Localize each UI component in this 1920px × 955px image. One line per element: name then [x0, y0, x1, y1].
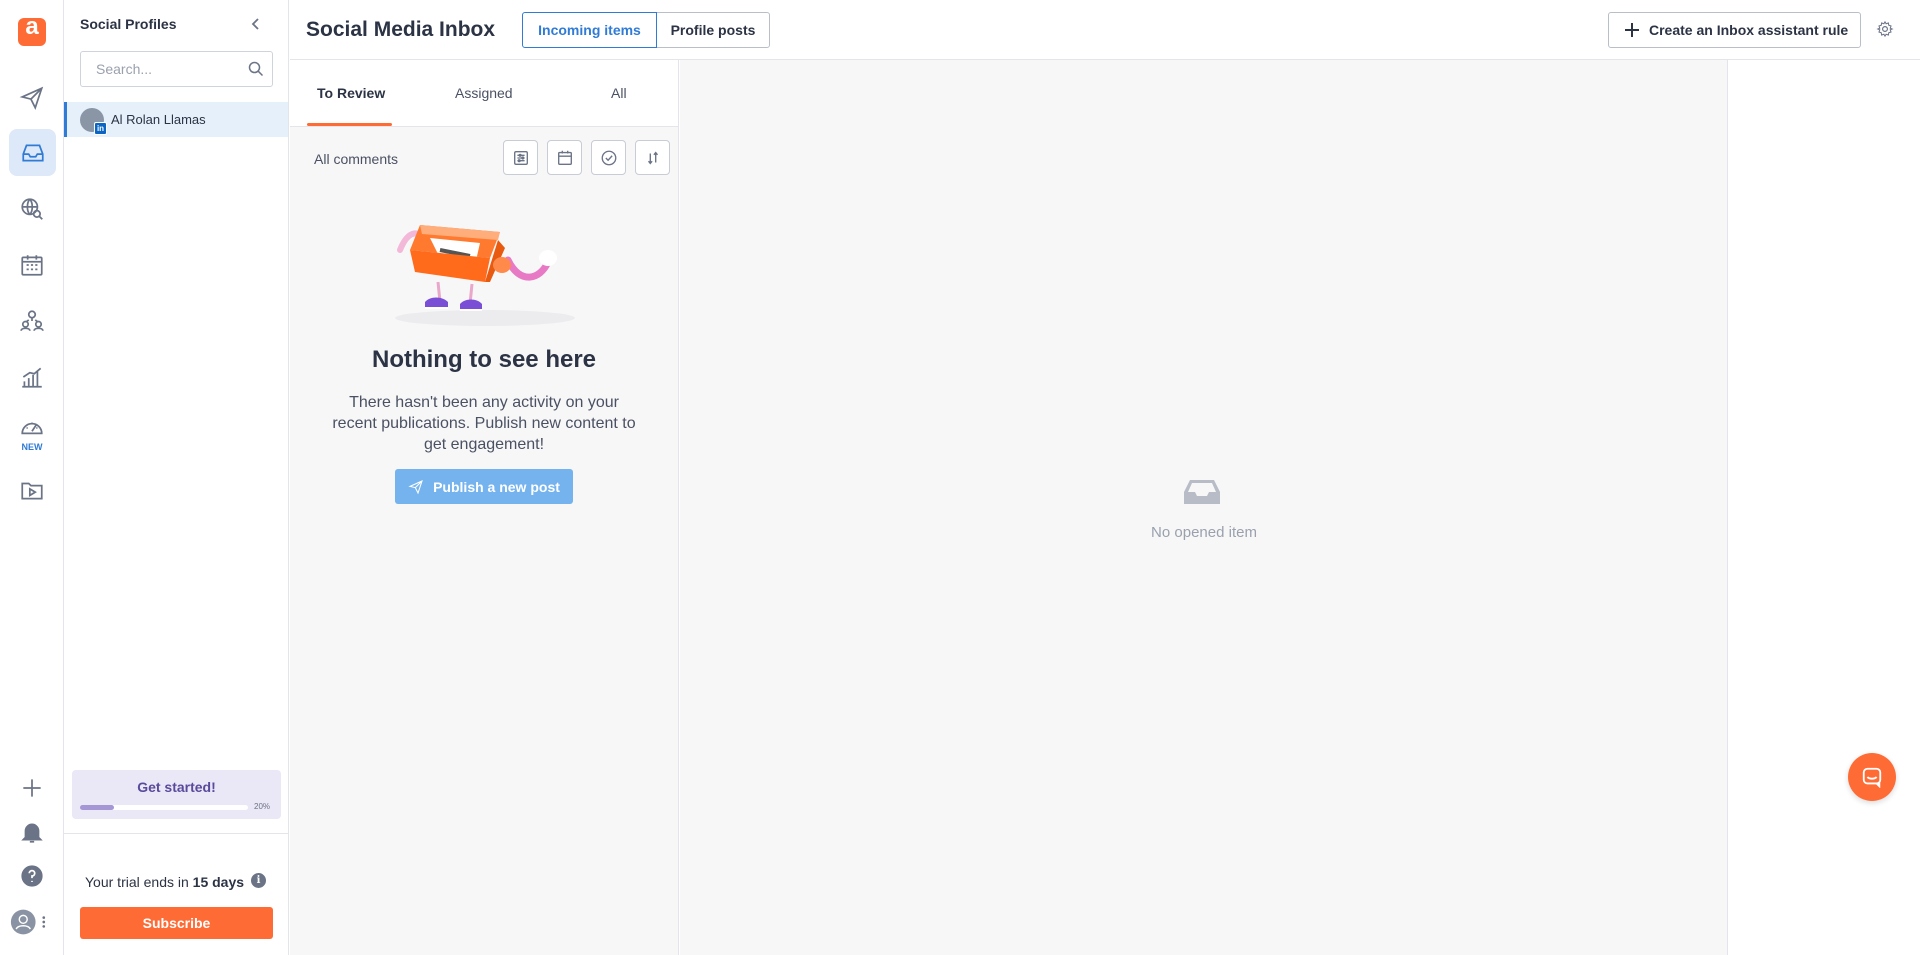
app-logo[interactable]: a	[14, 13, 50, 50]
info-icon[interactable]: i	[251, 873, 266, 888]
subscribe-button[interactable]: Subscribe	[80, 907, 273, 939]
panel-title: Social Profiles	[80, 16, 177, 32]
search-icon[interactable]	[248, 61, 264, 77]
collapse-panel-button[interactable]	[246, 14, 266, 34]
publish-nav-icon[interactable]	[14, 80, 50, 116]
media-library-icon	[21, 482, 43, 500]
no-opened-item-text: No opened item	[1151, 524, 1257, 541]
calendar-nav-icon[interactable]	[14, 247, 50, 283]
page-header: Social Media Inbox Incoming items Profil…	[290, 0, 1920, 60]
empty-state-title: Nothing to see here	[371, 346, 597, 373]
inbox-icon	[21, 144, 44, 161]
linkedin-icon: in	[94, 121, 107, 135]
mark-reviewed-button[interactable]	[591, 140, 626, 175]
sort-button[interactable]	[635, 140, 670, 175]
paper-plane-icon	[408, 479, 423, 494]
main-nav-rail: a NEW	[0, 0, 64, 955]
media-library-nav-icon[interactable]	[14, 472, 50, 508]
inbox-list-column: To Review Assigned All All comments Noth…	[290, 60, 679, 955]
page-title: Social Media Inbox	[306, 18, 496, 41]
calendar-icon	[21, 255, 43, 276]
help-icon	[21, 865, 43, 887]
team-icon	[20, 310, 44, 332]
performance-nav-icon[interactable]	[14, 410, 50, 446]
social-profiles-panel: Social Profiles in Al Rolan Llamas Get s…	[64, 0, 289, 955]
publish-new-post-button[interactable]: Publish a new post	[395, 469, 573, 504]
create-rule-label: Create an Inbox assistant rule	[1649, 22, 1849, 38]
profile-item[interactable]: in Al Rolan Llamas	[64, 102, 288, 137]
tab-to-review[interactable]: To Review	[317, 85, 385, 101]
gauge-icon	[21, 422, 43, 435]
new-badge: NEW	[21, 442, 43, 452]
plus-icon	[1625, 23, 1639, 37]
publish-button-label: Publish a new post	[433, 478, 560, 495]
help-nav-icon[interactable]	[14, 858, 50, 894]
paper-plane-icon	[19, 86, 44, 111]
review-tabs: To Review Assigned All	[290, 60, 678, 127]
active-tab-indicator	[307, 123, 392, 126]
empty-inbox-illustration	[395, 225, 575, 326]
listening-nav-icon[interactable]	[14, 191, 50, 227]
analytics-icon	[22, 367, 42, 388]
filter-button[interactable]	[503, 140, 538, 175]
tab-all[interactable]: All	[611, 85, 627, 101]
chat-icon	[1862, 767, 1882, 788]
chat-support-button[interactable]	[1848, 753, 1896, 801]
empty-state-description: There hasn't been any activity on your r…	[332, 394, 636, 453]
onboarding-progress-text: 20%	[254, 802, 271, 811]
add-nav-icon[interactable]	[14, 770, 50, 806]
onboarding-progress-fill	[80, 805, 114, 810]
more-dots-icon	[42, 916, 46, 928]
sort-icon	[647, 151, 658, 164]
inbox-tray-icon	[1184, 480, 1220, 504]
search-input[interactable]	[96, 52, 246, 86]
trial-days: 15 days	[192, 874, 245, 890]
plus-icon	[23, 779, 41, 797]
onboarding-progress-bar	[80, 805, 248, 810]
logo-letter: a	[25, 13, 39, 40]
trial-prefix: Your trial ends in	[85, 874, 193, 890]
team-nav-icon[interactable]	[14, 303, 50, 339]
profile-name: Al Rolan Llamas	[111, 112, 206, 127]
get-started-card[interactable]: Get started! 20%	[72, 770, 281, 819]
bell-icon	[21, 823, 43, 843]
incoming-items-tab[interactable]: Incoming items	[522, 12, 657, 48]
divider	[64, 833, 288, 834]
trial-notice: Your trial ends in 15 days	[85, 874, 244, 890]
check-circle-icon	[601, 150, 616, 165]
globe-search-icon	[21, 198, 43, 220]
profile-posts-tab[interactable]: Profile posts	[656, 12, 770, 48]
user-avatar-icon	[10, 909, 36, 935]
get-started-label: Get started!	[137, 779, 216, 795]
calendar-icon	[557, 150, 572, 165]
create-rule-button[interactable]: Create an Inbox assistant rule	[1608, 12, 1861, 48]
analytics-nav-icon[interactable]	[14, 359, 50, 395]
date-filter-button[interactable]	[547, 140, 582, 175]
chevron-left-icon	[251, 18, 259, 30]
tab-assigned[interactable]: Assigned	[455, 85, 513, 101]
profile-avatar: in	[80, 107, 107, 135]
inbox-nav-icon[interactable]	[9, 129, 56, 176]
filter-label[interactable]: All comments	[314, 151, 398, 167]
settings-gear-icon[interactable]	[1876, 20, 1894, 38]
account-menu[interactable]	[10, 904, 46, 940]
notifications-nav-icon[interactable]	[14, 814, 50, 850]
profile-search	[80, 51, 273, 87]
item-detail-pane: No opened item	[680, 60, 1728, 955]
filter-icon	[513, 150, 528, 165]
